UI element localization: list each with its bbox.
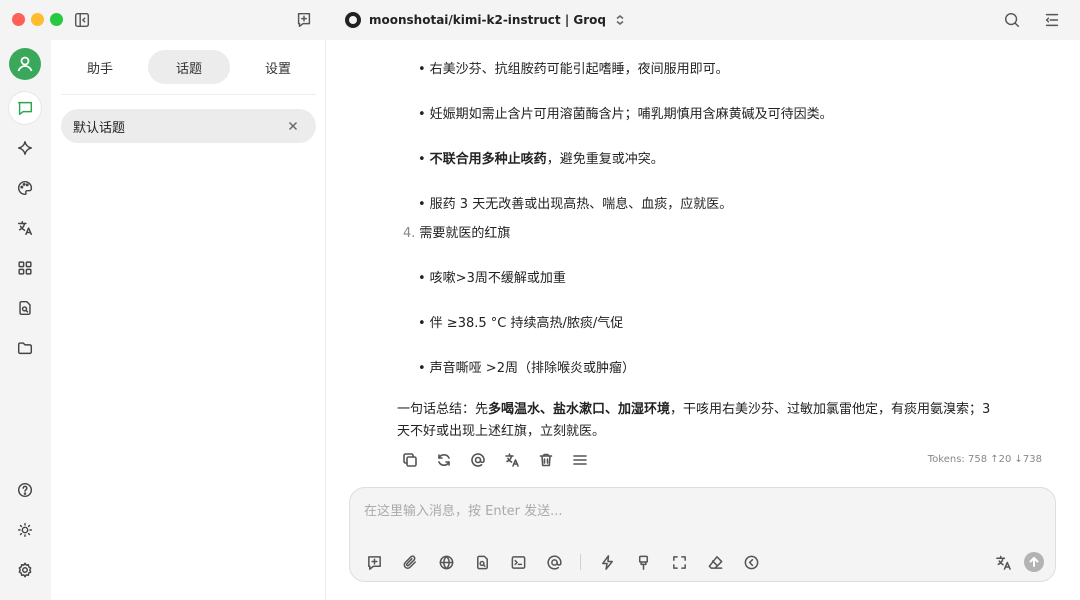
sidebar-tabs: 助手 话题 设置 xyxy=(59,50,319,84)
translate-icon[interactable] xyxy=(993,552,1013,572)
user-avatar[interactable] xyxy=(9,48,41,80)
translate-icon[interactable] xyxy=(503,451,521,469)
lightning-icon[interactable] xyxy=(597,552,617,572)
message-actions xyxy=(401,451,589,469)
tab-topics[interactable]: 话题 xyxy=(148,50,230,84)
token-count: Tokens: 758 ↑20 ↓738 xyxy=(927,454,1042,465)
new-topic-icon[interactable] xyxy=(294,10,314,30)
summary-line: 一句话总结：先多喝温水、盐水漱口、加湿环境，干咳用右美沙芬、过敏加氯雷他定，有痰… xyxy=(397,402,991,417)
tab-settings[interactable]: 设置 xyxy=(237,50,319,84)
model-label: moonshotai/kimi-k2-instruct | Groq xyxy=(369,13,606,27)
list-item: • 咳嗽>3周不缓解或加重 xyxy=(418,271,566,286)
icon-rail xyxy=(0,40,51,600)
close-icon[interactable] xyxy=(286,118,302,134)
apps-grid-icon[interactable] xyxy=(9,252,41,284)
fullscreen-icon[interactable] xyxy=(669,552,689,572)
list-item: • 声音嘶哑 >2周（排除喉炎或肿瘤） xyxy=(418,361,635,376)
delete-icon[interactable] xyxy=(537,451,555,469)
title-bar: moonshotai/kimi-k2-instruct | Groq xyxy=(0,0,1080,40)
topic-item[interactable]: 默认话题 xyxy=(61,109,316,143)
toolbar-separator xyxy=(580,554,581,570)
translate-icon[interactable] xyxy=(9,212,41,244)
more-menu-icon[interactable] xyxy=(571,451,589,469)
attachment-icon[interactable] xyxy=(400,552,420,572)
new-topic-icon[interactable] xyxy=(364,552,384,572)
knowledge-base-icon[interactable] xyxy=(472,552,492,572)
close-window-button[interactable] xyxy=(12,13,25,26)
chat-icon[interactable] xyxy=(9,92,41,124)
terminal-icon[interactable] xyxy=(508,552,528,572)
copy-icon[interactable] xyxy=(401,451,419,469)
topic-sidebar: 助手 话题 设置 默认话题 xyxy=(51,40,326,600)
collapse-left-icon[interactable] xyxy=(741,552,761,572)
list-item: • 不联合用多种止咳药，避免重复或冲突。 xyxy=(418,152,664,167)
regenerate-icon[interactable] xyxy=(435,451,453,469)
settings-gear-icon[interactable] xyxy=(9,554,41,586)
app-window: moonshotai/kimi-k2-instruct | Groq 助手 话题… xyxy=(0,0,1080,600)
list-item: • 服药 3 天无改善或出现高热、喘息、血痰，应就医。 xyxy=(418,197,733,212)
brush-icon[interactable] xyxy=(633,552,653,572)
minimize-window-button[interactable] xyxy=(31,13,44,26)
message-input[interactable] xyxy=(364,504,964,519)
send-button[interactable] xyxy=(1024,552,1044,572)
search-icon[interactable] xyxy=(1002,10,1022,30)
globe-icon[interactable] xyxy=(436,552,456,572)
message-composer xyxy=(349,487,1056,582)
theme-icon[interactable] xyxy=(9,514,41,546)
toggle-panel-icon[interactable] xyxy=(1042,10,1062,30)
model-selector[interactable]: moonshotai/kimi-k2-instruct | Groq xyxy=(345,10,626,30)
chevron-up-down-icon xyxy=(614,11,626,30)
divider xyxy=(61,94,316,95)
list-item: • 右美沙芬、抗组胺药可能引起嗜睡，夜间服用即可。 xyxy=(418,62,729,77)
mention-icon[interactable] xyxy=(469,451,487,469)
chat-main: • 右美沙芬、抗组胺药可能引起嗜睡，夜间服用即可。 • 妊娠期如需止含片可用溶菌酶含… xyxy=(326,40,1080,600)
zoom-window-button[interactable] xyxy=(50,13,63,26)
composer-toolbar xyxy=(364,552,761,572)
list-item: • 伴 ≥38.5 °C 持续高热/脓痰/气促 xyxy=(418,316,624,331)
list-item: • 妊娠期如需止含片可用溶菌酶含片；哺乳期慎用含麻黄碱及可待因类。 xyxy=(418,107,833,122)
palette-icon[interactable] xyxy=(9,172,41,204)
topic-label: 默认话题 xyxy=(73,120,126,136)
model-provider-logo xyxy=(345,12,361,28)
sparkle-icon[interactable] xyxy=(9,132,41,164)
eraser-icon[interactable] xyxy=(705,552,725,572)
tab-assistants[interactable]: 助手 xyxy=(59,50,141,84)
summary-line: 天不好或出现上述红旗，立刻就医。 xyxy=(397,424,606,439)
toggle-sidebar-icon[interactable] xyxy=(72,10,92,30)
section-heading: 4. 需要就医的红旗 xyxy=(403,226,511,241)
help-icon[interactable] xyxy=(9,474,41,506)
folder-icon[interactable] xyxy=(9,332,41,364)
file-search-icon[interactable] xyxy=(9,292,41,324)
mention-icon[interactable] xyxy=(544,552,564,572)
